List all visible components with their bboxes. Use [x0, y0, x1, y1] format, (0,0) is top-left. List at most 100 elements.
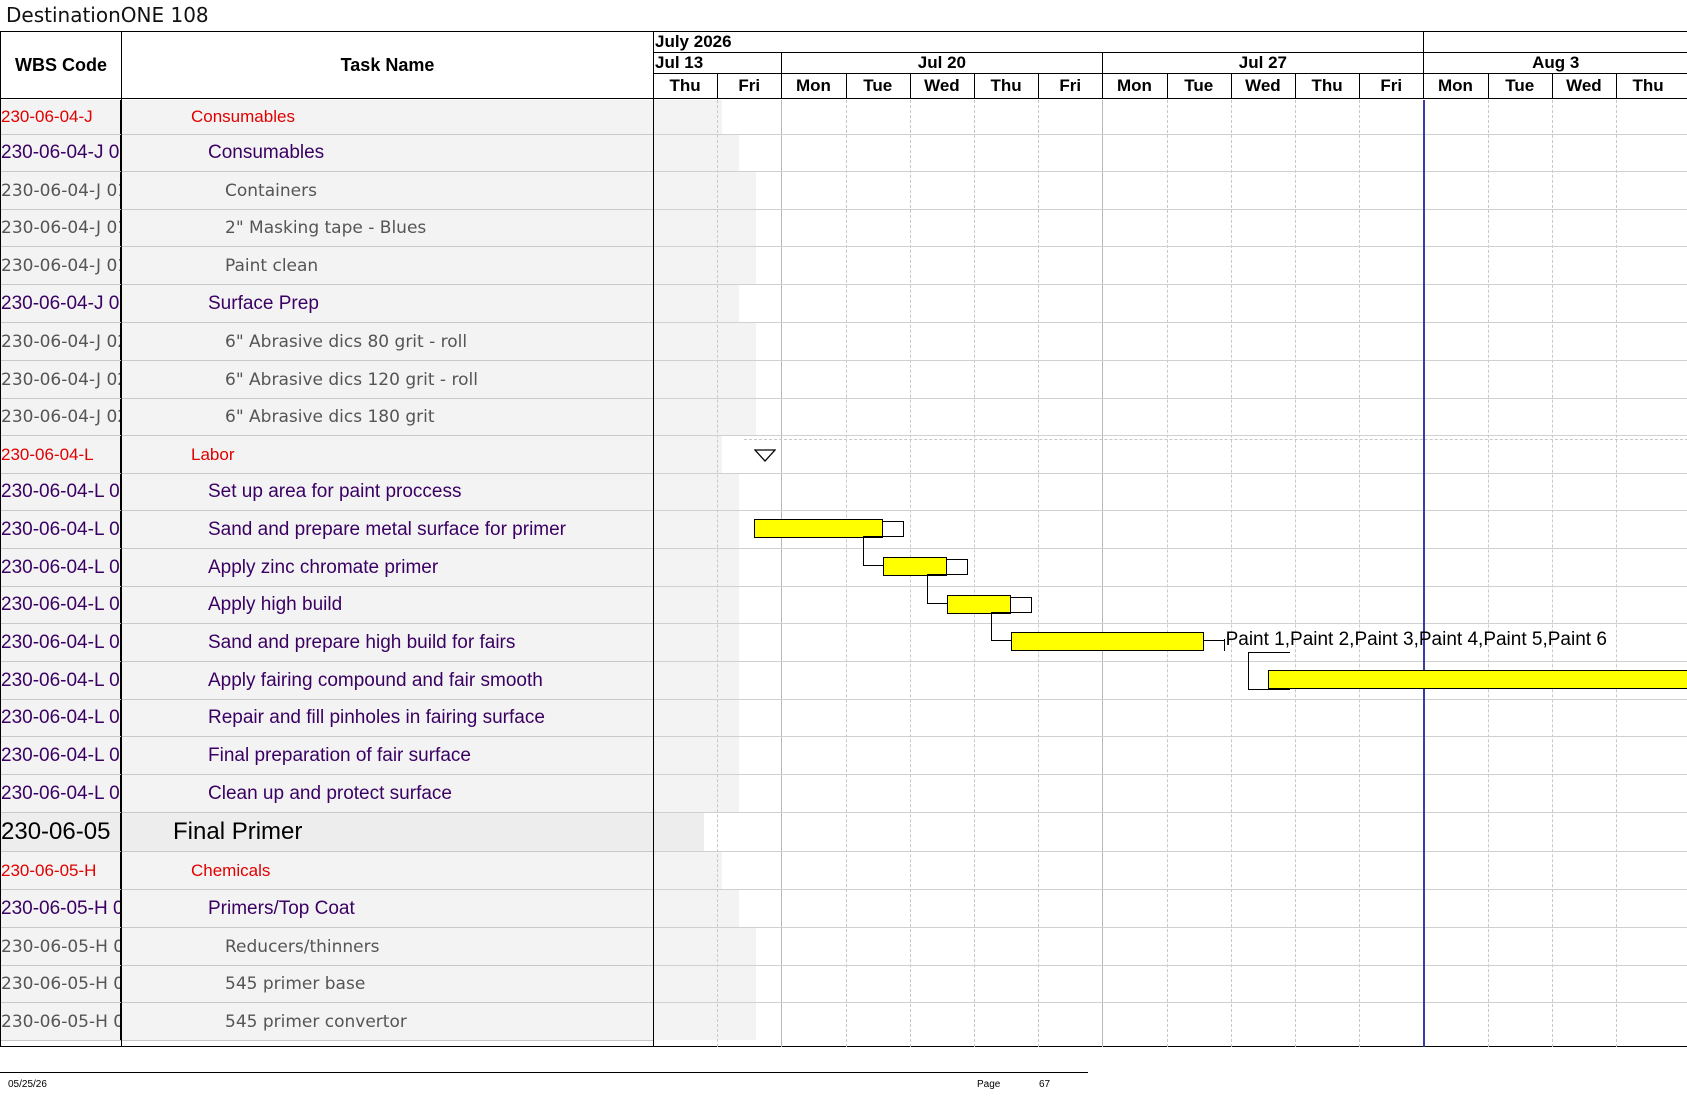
task-name-cell: Primers/Top Coat [122, 890, 739, 927]
wbs-cell: 230-06-05 [1, 813, 121, 851]
task-name-cell: Repair and fill pinholes in fairing surf… [122, 700, 739, 736]
month-boundary-line [1423, 32, 1425, 52]
timeline-day-4[interactable]: Wed [910, 74, 974, 98]
task-column-header[interactable]: Task Name [122, 32, 653, 99]
table-row[interactable]: 230-06-04-J 01 2" Masking tape - Blues [1, 210, 756, 247]
wbs-cell: 230-06-04-J 02 [1, 399, 121, 435]
wbs-cell: 230-06-05-H [1, 852, 121, 889]
task-name-cell: Apply fairing compound and fair smooth [122, 662, 739, 699]
task-name-cell: Sand and prepare metal surface for prime… [122, 511, 739, 548]
resource-label: Paint 1,Paint 2,Paint 3,Paint 4,Paint 5,… [1225, 629, 1607, 650]
table-row[interactable]: 230-06-04-L 0 Set up area for paint procc… [1, 474, 739, 511]
chart-day-gridline-9 [1230, 100, 1232, 1047]
table-row[interactable]: 230-06-05-H 01Reducers/thinners [1, 928, 756, 966]
timeline-day-7[interactable]: Mon [1102, 74, 1166, 98]
wbs-cell: 230-06-04-J [1, 100, 121, 134]
task-name-cell: Clean up and protect surface [122, 775, 739, 812]
gantt-chart-area: Paint 1,Paint 2,Paint 3,Paint 4,Paint 5,… [654, 100, 1687, 1047]
timeline-day-13[interactable]: Tue [1488, 74, 1552, 98]
timeline-day-12[interactable]: Mon [1423, 74, 1487, 98]
wbs-cell: 230-06-04-J 02 [1, 323, 121, 360]
footer-page-number: 67 [1039, 1079, 1051, 1090]
wbs-cell: 230-06-04-L 0 [1, 775, 121, 812]
timeline-day-14[interactable]: Wed [1552, 74, 1616, 98]
wbs-column-header[interactable]: WBS Code [1, 32, 121, 99]
table-row[interactable]: 230-06-05-H Chemicals [1, 852, 722, 890]
week-divider-2 [1102, 53, 1104, 73]
table-row[interactable]: 230-06-04-L 0 Sand and prepare metal surf… [1, 511, 739, 549]
table-row[interactable]: 230-06-04-J 02 6" Abrasive dics 180 grit [1, 399, 756, 436]
wbs-cell: 230-06-04-L 0 [1, 549, 121, 586]
task-name-cell: Apply high build [122, 587, 739, 623]
timeline-day-9[interactable]: Wed [1231, 74, 1295, 98]
chart-row-gridline-18 [654, 774, 1687, 775]
chart-row-gridline-21 [654, 889, 1687, 890]
summary-dashed-line [744, 439, 1687, 440]
gantt-bar-15[interactable] [1267, 670, 1687, 689]
table-row[interactable]: 230-06-04-L 0 Final preparation of fair s… [1, 737, 739, 775]
day-divider-15 [1616, 74, 1617, 98]
table-row[interactable]: 230-06-05-H 0 Primers/Top Coat [1, 890, 739, 928]
dependency-connector-down-0 [862, 536, 883, 566]
timeline-week-1: Jul 20 [917, 53, 966, 72]
table-row[interactable]: 230-06-04-J Consumables [1, 100, 722, 135]
day-divider-5 [974, 74, 975, 98]
table-row[interactable]: 230-06-04-J 0 Consumables [1, 135, 739, 172]
wbs-cell: 230-06-04-L 0 [1, 624, 121, 661]
chart-row-gridline-5 [654, 284, 1687, 285]
timeline-day-11[interactable]: Fri [1359, 74, 1423, 98]
day-divider-3 [845, 74, 847, 98]
timeline-day-1[interactable]: Fri [717, 74, 781, 98]
table-row[interactable]: 230-06-04-L 0 Repair and fill pinholes in… [1, 700, 739, 737]
chart-day-gridline-6 [1038, 100, 1040, 1047]
table-row[interactable]: 230-06-04-L 0 Apply zinc chromate primer [1, 549, 739, 587]
gantt-bar-14[interactable] [1011, 632, 1204, 651]
day-divider-6 [1038, 74, 1040, 98]
task-name-cell: Consumables [122, 135, 739, 171]
timeline-day-5[interactable]: Thu [974, 74, 1038, 98]
table-row[interactable]: 230-06-05-H 01545 primer base [1, 966, 756, 1003]
grid-chart-divider [653, 32, 654, 1047]
timeline-day-15[interactable]: Thu [1616, 74, 1680, 98]
week-divider-3 [1423, 53, 1425, 73]
timeline-day-2[interactable]: Mon [781, 74, 845, 98]
chart-row-gridline-9 [654, 435, 1687, 436]
day-divider-1 [717, 74, 719, 98]
table-row[interactable]: 230-06-04-L 0 Apply fairing compound and … [1, 662, 739, 700]
chart-day-gridline-7 [1102, 100, 1104, 1047]
timeline-day-10[interactable]: Thu [1295, 74, 1359, 98]
footer-divider [0, 1072, 1088, 1073]
table-row[interactable]: 230-06-04-J 01 Paint clean [1, 247, 756, 285]
timeline-day-6[interactable]: Fri [1038, 74, 1102, 98]
table-row[interactable]: 230-06-04-L Labor [1, 436, 722, 474]
wbs-cell: 230-06-04-J 01 [1, 172, 121, 209]
timeline-day-8[interactable]: Tue [1167, 74, 1231, 98]
day-divider-13 [1487, 74, 1489, 98]
chart-row-gridline-14 [654, 623, 1687, 624]
chart-day-gridline-1 [717, 100, 719, 1047]
chart-day-gridline-11 [1359, 100, 1361, 1047]
task-name-cell: Consumables [122, 100, 722, 134]
summary-triangle-icon[interactable] [754, 449, 777, 463]
table-row[interactable]: 230-06-04-J 0 Surface Prep [1, 285, 739, 323]
timeline-day-0[interactable]: Thu [653, 74, 717, 98]
table-row[interactable]: 230-06-04-L 0 Sand and prepare high build… [1, 624, 739, 662]
table-row[interactable]: 230-06-04-L 0 Clean up and protect surfac… [1, 775, 739, 813]
day-divider-9 [1230, 74, 1232, 98]
timeline-header-bottom [653, 98, 1687, 99]
task-name-cell: Final preparation of fair surface [122, 737, 739, 774]
table-row[interactable]: 230-06-04-J 01 Containers [1, 172, 756, 210]
table-row[interactable]: 230-06-04-J 02 6" Abrasive dics 80 grit -… [1, 323, 756, 361]
day-divider-4 [909, 74, 911, 98]
table-row[interactable]: 230-06-04-L 0 Apply high build [1, 587, 739, 624]
table-row[interactable]: 230-06-05-H 01545 primer convertor [1, 1003, 756, 1041]
chart-row-gridline-16 [654, 699, 1687, 700]
table-row[interactable]: 230-06-05 Final Primer [1, 813, 704, 852]
chart-row-gridline-15 [654, 661, 1687, 662]
chart-day-gridline-13 [1487, 100, 1489, 1047]
wbs-cell: 230-06-04-L [1, 436, 121, 473]
timeline-day-3[interactable]: Tue [846, 74, 910, 98]
wbs-cell: 230-06-04-L 0 [1, 737, 121, 774]
table-row[interactable]: 230-06-04-J 02 6" Abrasive dics 120 grit … [1, 361, 756, 399]
gantt-frame: WBS Code Task Name July 2026 Jul 13 Jul 20… [0, 31, 1687, 1047]
